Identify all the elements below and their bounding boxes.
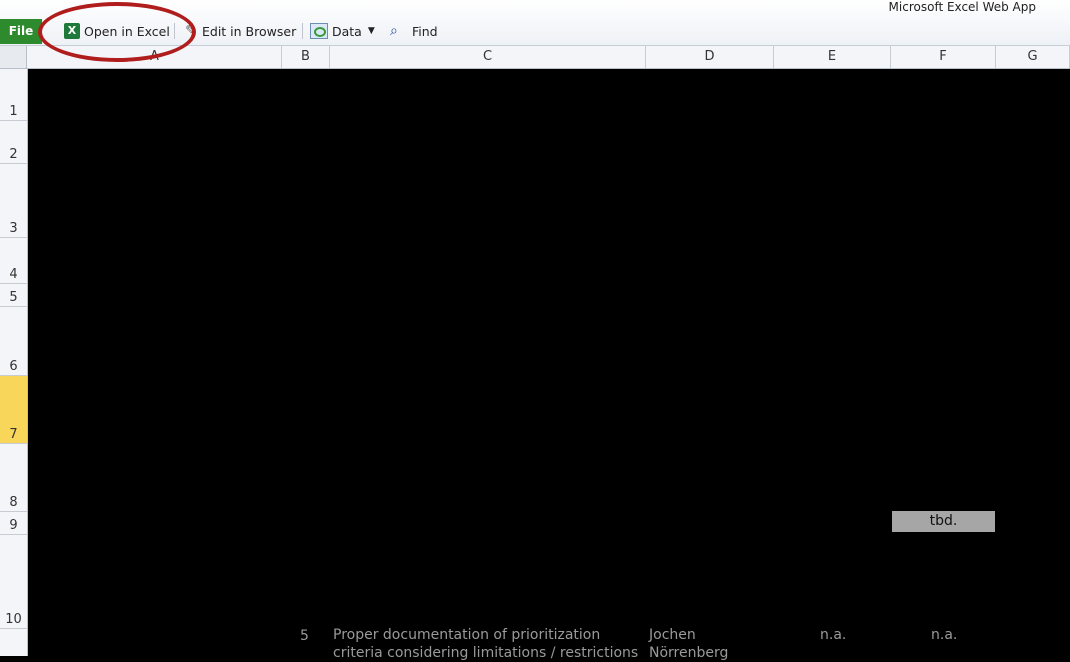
chevron-down-icon: ▼ <box>367 26 375 36</box>
row-header-5[interactable]: 5 <box>0 284 27 307</box>
ribbon-toolbar: Microsoft Excel Web App File X Open in E… <box>0 0 1070 46</box>
row-header-4[interactable]: 4 <box>0 238 27 284</box>
cell-f10[interactable]: n.a. <box>931 626 957 644</box>
row-header-10[interactable]: 10 <box>0 535 27 629</box>
binoculars-icon: ⌕ <box>390 23 398 39</box>
worksheet-grid[interactable] <box>28 69 1070 656</box>
file-tab[interactable]: File <box>0 19 42 44</box>
cell-f9[interactable]: tbd. <box>892 511 995 532</box>
row-header-9[interactable]: 9 <box>0 512 27 535</box>
cell-b10[interactable]: 5 <box>300 627 309 645</box>
column-header-b[interactable]: B <box>282 46 330 68</box>
column-header-g[interactable]: G <box>996 46 1070 68</box>
column-header-a[interactable]: A <box>28 46 282 68</box>
find-label: Find <box>412 23 438 39</box>
cell-e10[interactable]: n.a. <box>820 626 846 644</box>
refresh-data-icon <box>310 23 328 39</box>
app-title: Microsoft Excel Web App <box>888 0 1036 14</box>
cell-c10-line2[interactable]: criteria considering limitations / restr… <box>333 644 638 662</box>
row-header-7[interactable]: 7 <box>0 376 27 444</box>
column-header-e[interactable]: E <box>774 46 891 68</box>
row-header-3[interactable]: 3 <box>0 164 27 238</box>
column-header-c[interactable]: C <box>330 46 646 68</box>
cell-c10-line1[interactable]: Proper documentation of prioritization <box>333 626 600 644</box>
edit-in-browser-button[interactable]: ✎ Edit in Browser <box>184 20 296 42</box>
row-headers: 1 2 3 4 5 6 7 8 9 10 <box>0 69 28 656</box>
select-all-corner[interactable] <box>0 46 27 68</box>
column-header-d[interactable]: D <box>646 46 774 68</box>
cell-d10-line2[interactable]: Nörrenberg <box>649 644 728 662</box>
data-menu-button[interactable]: Data ▼ <box>310 20 375 42</box>
cell-d10-line1[interactable]: Jochen <box>649 626 696 644</box>
row-header-8[interactable]: 8 <box>0 444 27 512</box>
toolbar-separator <box>174 23 175 39</box>
find-button[interactable]: ⌕ Find <box>390 20 438 42</box>
toolbar-separator <box>302 23 303 39</box>
column-header-f[interactable]: F <box>891 46 996 68</box>
column-headers: A B C D E F G <box>0 46 1070 69</box>
data-label: Data <box>332 23 362 39</box>
open-in-excel-button[interactable]: X Open in Excel <box>64 20 170 42</box>
row-header-1[interactable]: 1 <box>0 69 27 121</box>
row-header-6[interactable]: 6 <box>0 307 27 376</box>
open-in-excel-label: Open in Excel <box>84 23 170 39</box>
edit-in-browser-label: Edit in Browser <box>202 23 297 39</box>
pencil-icon: ✎ <box>185 23 197 39</box>
excel-icon: X <box>64 23 80 39</box>
row-header-2[interactable]: 2 <box>0 121 27 164</box>
